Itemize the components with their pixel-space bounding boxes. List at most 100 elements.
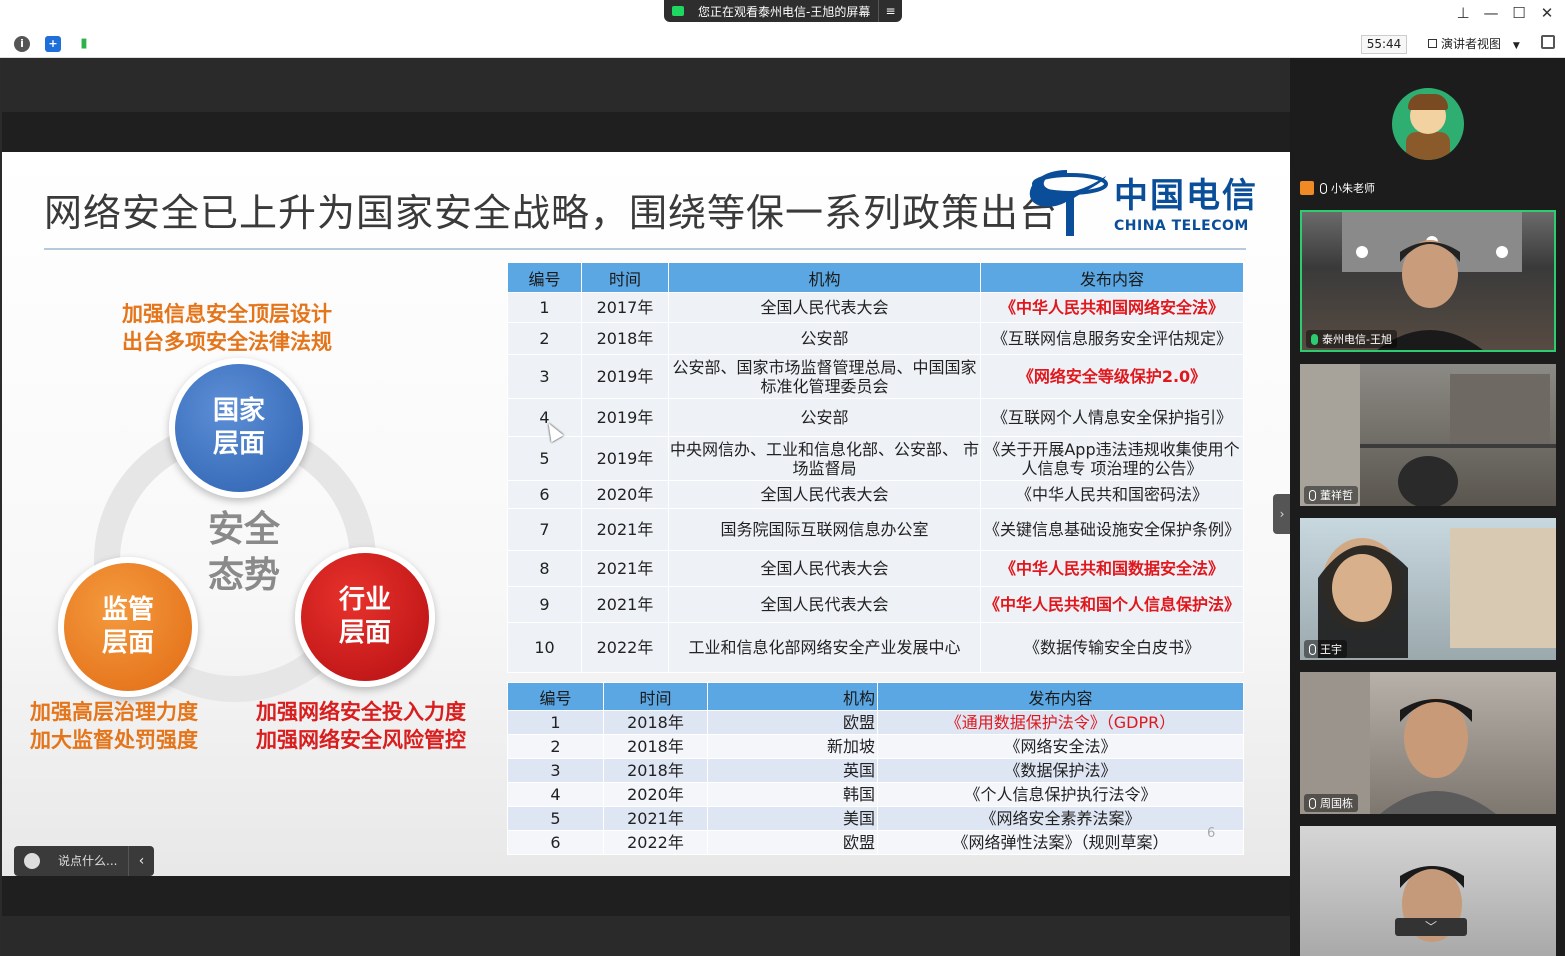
table-cell: 《中华人民共和国密码法》 xyxy=(980,480,1244,509)
mic-muted-icon xyxy=(1320,183,1327,194)
table-cell: 中央网信办、工业和信息化部、公安部、 市场监督局 xyxy=(668,436,981,481)
meeting-timer: 55:44 xyxy=(1361,35,1407,54)
table-cell: 2019年 xyxy=(581,354,669,399)
participant-name-text: 周国栋 xyxy=(1320,797,1353,810)
caption-left-line2: 加大监督处罚强度 xyxy=(30,728,198,752)
chevron-down-icon: ▼ xyxy=(1512,41,1520,51)
table-cell: 2022年 xyxy=(581,622,669,673)
view-mode-dropdown[interactable]: 演讲者视图 ▼ xyxy=(1420,35,1530,54)
collapse-sidebar-button[interactable]: › xyxy=(1273,494,1291,534)
table-row: 7 2021年 国务院国际互联网信息办公室 《关键信息基础设施安全保护条例》 xyxy=(507,508,1244,551)
table-header-cell: 发布内容 xyxy=(980,262,1244,293)
shield-icon[interactable]: + xyxy=(45,36,61,52)
share-banner-text: 您正在观看泰州电信-王旭的屏幕 xyxy=(698,4,871,19)
table-header-cell: 时间 xyxy=(603,682,708,711)
chat-input[interactable]: 说点什么... ‹ xyxy=(14,846,154,876)
screen-share-banner: 您正在观看泰州电信-王旭的屏幕 ≡ xyxy=(664,0,902,22)
table-row: 4 2019年 公安部 《互联网个人情息安全保护指引》 xyxy=(507,398,1244,437)
center-label-line2: 态势 xyxy=(207,555,280,596)
participant-video-tile[interactable]: 董祥哲 xyxy=(1300,364,1556,506)
info-icon[interactable]: i xyxy=(14,36,30,52)
chevron-down-icon[interactable]: ﹀ xyxy=(1395,918,1467,936)
table-header-cell: 编号 xyxy=(507,262,582,293)
chat-placeholder: 说点什么... xyxy=(58,854,118,868)
participant-name-text: 小朱老师 xyxy=(1331,182,1375,195)
chevron-left-icon[interactable]: ‹ xyxy=(128,846,154,876)
pin-icon[interactable]: ⊥ xyxy=(1453,4,1473,22)
table-cell: 2022年 xyxy=(603,830,708,855)
table-cell: 《中华人民共和国数据安全法》 xyxy=(980,550,1244,587)
logo-english-text: CHINA TELECOM xyxy=(1114,218,1249,234)
participant-video-tile[interactable] xyxy=(1300,826,1556,956)
table-cell: 2018年 xyxy=(581,322,669,355)
emoji-icon[interactable] xyxy=(24,853,40,869)
table-cell: 2 xyxy=(507,734,604,759)
table-cell: 10 xyxy=(507,622,582,673)
table-header-cell: 机构 xyxy=(707,682,878,711)
table-cell: 6 xyxy=(507,830,604,855)
table-cell: 3 xyxy=(507,354,582,399)
layout-icon xyxy=(1428,39,1437,48)
table-cell: 9 xyxy=(507,586,582,623)
industry-line1: 行业 xyxy=(338,585,391,615)
table-cell: 7 xyxy=(507,508,582,551)
camera-icon xyxy=(672,6,684,16)
table-cell: 《通用数据保护法令》（GDPR） xyxy=(877,710,1244,735)
table-row: 2 2018年 公安部 《互联网信息服务安全评估规定》 xyxy=(507,322,1244,355)
table-cell: 2 xyxy=(507,322,582,355)
table-row: 1 2017年 全国人民代表大会 《中华人民共和国网络安全法》 xyxy=(507,292,1244,323)
industry-line2: 层面 xyxy=(338,618,391,648)
table-cell: 1 xyxy=(507,710,604,735)
table-cell: 《个人信息保护执行法令》 xyxy=(877,782,1244,807)
table-cell: 公安部 xyxy=(668,398,981,437)
signal-icon[interactable]: ▮ xyxy=(76,36,92,52)
table-header-row: 编号 时间 机构 发布内容 xyxy=(507,262,1244,293)
participant-video-tile[interactable]: 王宇 xyxy=(1300,518,1556,660)
participant-video-tile[interactable]: 周国栋 xyxy=(1300,672,1556,814)
international-policy-table: 编号 时间 机构 发布内容 1 2018年 欧盟 《通用数据保护法令》（GDPR） 2… xyxy=(507,682,1244,855)
host-icon xyxy=(1300,181,1314,195)
table-header-cell: 编号 xyxy=(507,682,604,711)
national-line1: 国家 xyxy=(212,396,265,426)
participant-video-tile[interactable]: 泰州电信-王旭 xyxy=(1300,210,1556,352)
table-cell: 欧盟 xyxy=(707,710,878,735)
slide-title: 网络安全已上升为国家安全战略，围绕等保一系列政策出台 xyxy=(44,191,1059,235)
table-cell: 《关键信息基础设施安全保护条例》 xyxy=(980,508,1244,551)
window-titlebar: 您正在观看泰州电信-王旭的屏幕 ≡ ⊥ — ☐ ✕ xyxy=(0,0,1565,30)
table-cell: 2019年 xyxy=(581,398,669,437)
participant-name-text: 泰州电信-王旭 xyxy=(1322,333,1392,346)
video-frame xyxy=(1300,672,1496,814)
caption-top-line2: 出台多项安全法律法规 xyxy=(122,330,332,354)
minimize-button[interactable]: — xyxy=(1481,4,1501,22)
table-row: 5 2019年 中央网信办、工业和信息化部、公安部、 市场监督局 《关于开展App违法… xyxy=(507,436,1244,481)
table-cell: 《网络安全素养法案》 xyxy=(877,806,1244,831)
table-cell: 全国人民代表大会 xyxy=(668,292,981,323)
table-header-cell: 机构 xyxy=(668,262,981,293)
presentation-slide: 网络安全已上升为国家安全战略，围绕等保一系列政策出台 中国电信 CHINA TE… xyxy=(2,152,1290,876)
meeting-toolbar: i + ▮ 55:44 演讲者视图 ▼ xyxy=(0,30,1565,58)
center-label-line1: 安全 xyxy=(207,509,280,550)
table-row: 4 2020年 韩国 《个人信息保护执行法令》 xyxy=(507,782,1244,807)
table-row: 1 2018年 欧盟 《通用数据保护法令》（GDPR） xyxy=(507,710,1244,735)
participant-name: 小朱老师 xyxy=(1300,180,1375,196)
table-cell: 欧盟 xyxy=(707,830,878,855)
table-header-cell: 时间 xyxy=(581,262,669,293)
logo-chinese-text: 中国电信 xyxy=(1114,176,1258,216)
participant-label: 泰州电信-王旭 xyxy=(1306,330,1397,348)
table-cell: 《关于开展App违法违规收集使用个人信息专 项治理的公告》 xyxy=(980,436,1244,481)
domestic-policy-table: 编号 时间 机构 发布内容 1 2017年 全国人民代表大会 《中华人民共和国网络安全… xyxy=(507,262,1244,673)
table-cell: 2020年 xyxy=(581,480,669,509)
close-button[interactable]: ✕ xyxy=(1537,4,1557,22)
participant-label: 王宇 xyxy=(1304,640,1347,658)
national-level-circle: 国家 层面 xyxy=(169,358,309,498)
table-cell: 《中华人民共和国个人信息保护法》 xyxy=(980,586,1244,623)
maximize-button[interactable]: ☐ xyxy=(1509,4,1529,22)
slide-page-number: 6 xyxy=(1207,826,1216,841)
caption-right: 加强网络安全投入力度 加强网络安全风险管控 xyxy=(256,698,466,754)
share-menu-button[interactable]: ≡ xyxy=(878,0,902,22)
table-cell: 《中华人民共和国网络安全法》 xyxy=(980,292,1244,323)
table-cell: 2021年 xyxy=(581,586,669,623)
view-mode-label: 演讲者视图 xyxy=(1441,37,1502,51)
fullscreen-icon[interactable] xyxy=(1541,35,1555,49)
video-frame xyxy=(1300,364,1556,506)
